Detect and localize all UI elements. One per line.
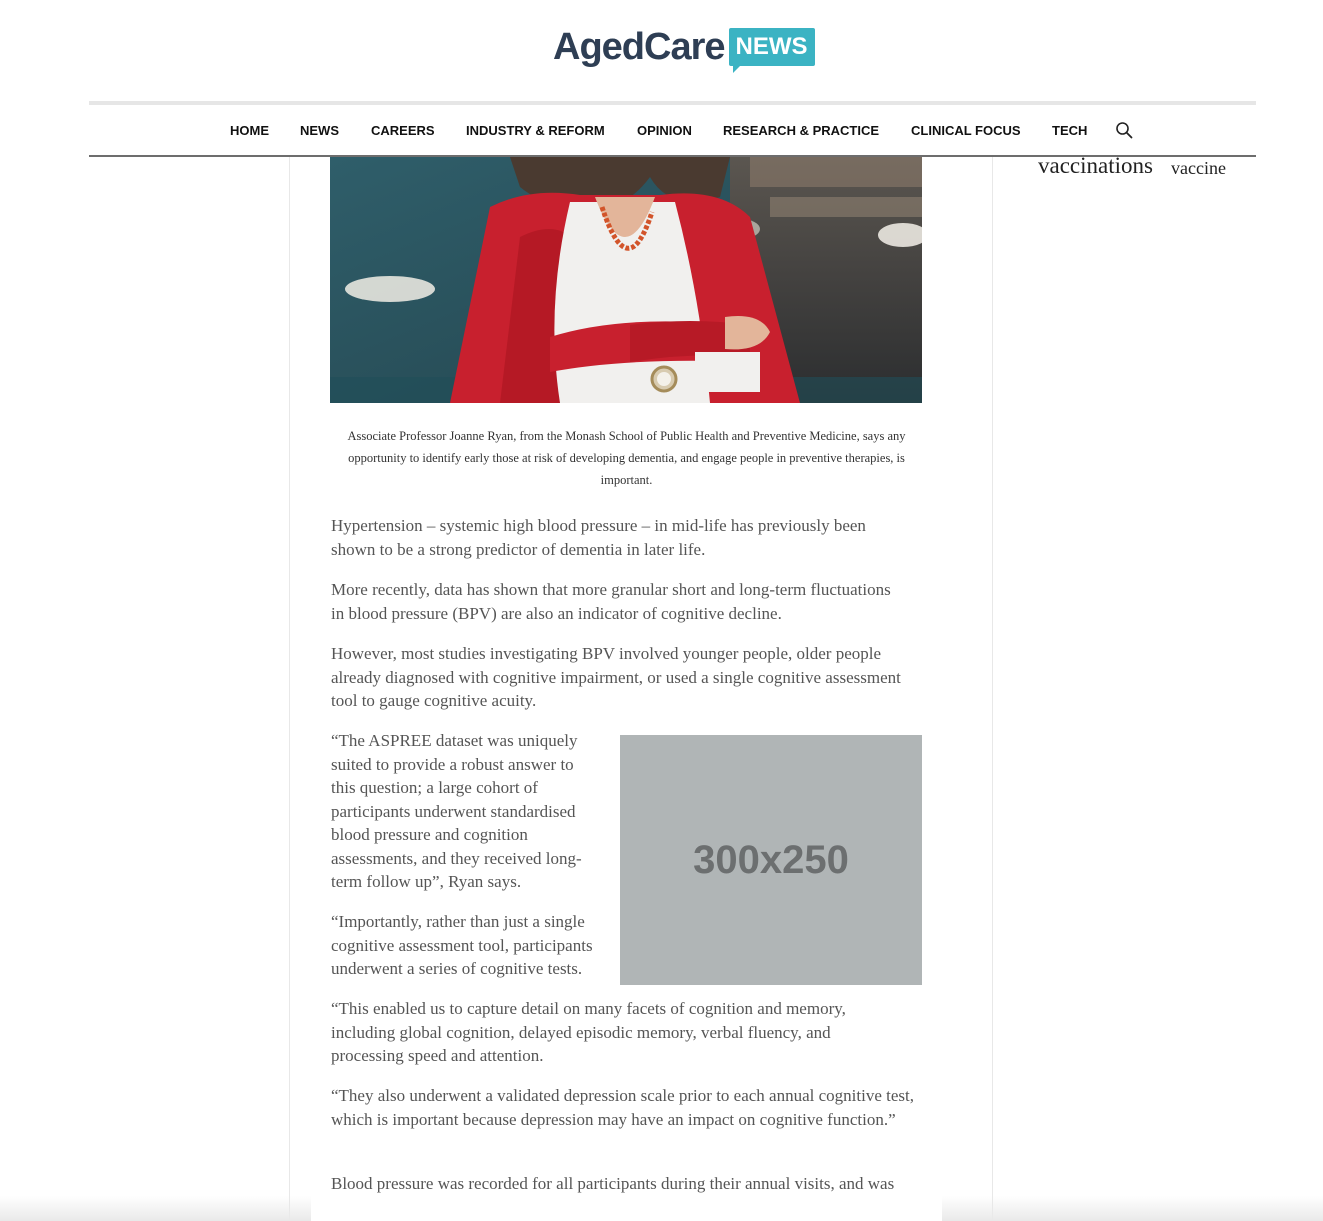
main-nav: HOME NEWS CAREERS INDUSTRY & REFORM OPIN… bbox=[89, 105, 1256, 157]
content-left-border bbox=[289, 157, 290, 1221]
article-paragraph: “The ASPREE dataset was uniquely suited … bbox=[331, 731, 582, 891]
article-paragraph: Blood pressure was recorded for all part… bbox=[331, 1174, 895, 1193]
portrait-photo bbox=[330, 157, 922, 403]
nav-item-careers[interactable]: CAREERS bbox=[371, 123, 435, 138]
logo-badge-news: NEWS bbox=[728, 28, 815, 73]
article-paragraph: However, most studies investigating BPV … bbox=[331, 644, 901, 710]
article-paragraph: “This enabled us to capture detail on ma… bbox=[331, 999, 846, 1065]
nav-item-tech[interactable]: TECH bbox=[1052, 123, 1087, 138]
tag-link-vaccine[interactable]: vaccine bbox=[1171, 158, 1226, 179]
nav-item-industry-reform[interactable]: INDUSTRY & REFORM bbox=[466, 123, 605, 138]
article-paragraph: “Importantly, rather than just a single … bbox=[331, 912, 593, 978]
article-card-bottom bbox=[311, 1196, 942, 1221]
article-hero-image bbox=[330, 157, 922, 403]
content-right-border bbox=[992, 157, 993, 1221]
nav-item-news[interactable]: NEWS bbox=[300, 123, 339, 138]
search-icon[interactable] bbox=[1115, 121, 1133, 139]
ad-size-label: 300x250 bbox=[693, 837, 849, 882]
logo-text-agedcare: AgedCare bbox=[553, 26, 725, 68]
article-paragraph: “They also underwent a validated depress… bbox=[331, 1086, 914, 1129]
nav-item-research-practice[interactable]: RESEARCH & PRACTICE bbox=[723, 123, 879, 138]
nav-item-home[interactable]: HOME bbox=[230, 123, 269, 138]
nav-item-clinical-focus[interactable]: CLINICAL FOCUS bbox=[911, 123, 1021, 138]
article-paragraph: More recently, data has shown that more … bbox=[331, 580, 891, 623]
ad-placeholder[interactable]: 300x250 bbox=[620, 735, 922, 985]
image-caption: Associate Professor Joanne Ryan, from th… bbox=[347, 429, 906, 487]
nav-item-opinion[interactable]: OPINION bbox=[637, 123, 692, 138]
article-paragraph: Hypertension – systemic high blood press… bbox=[331, 516, 866, 559]
site-logo[interactable]: AgedCare NEWS bbox=[553, 26, 815, 73]
